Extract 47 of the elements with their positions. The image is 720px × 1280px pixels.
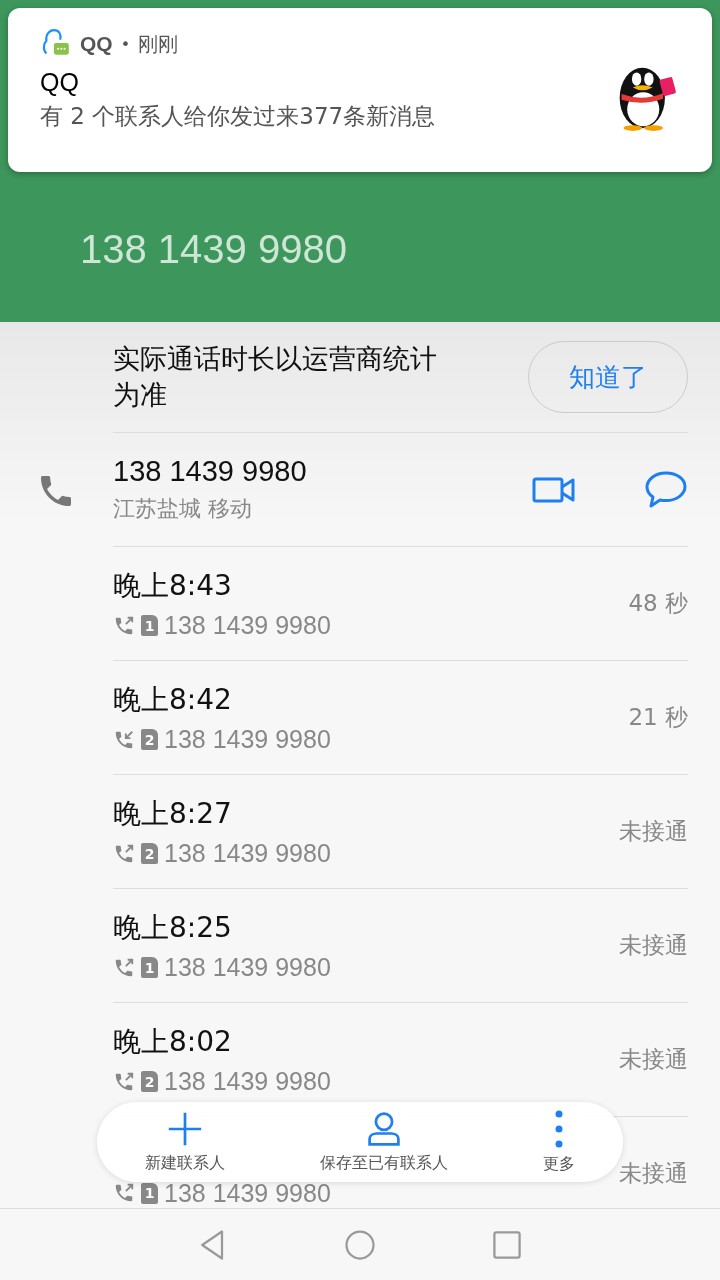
person-icon — [366, 1110, 402, 1147]
action-button[interactable]: 保存至已有联系人 — [316, 1106, 452, 1178]
call-time: 晚上8:27 — [113, 796, 233, 832]
outgoing-call-icon — [113, 1070, 135, 1093]
outgoing-call-icon — [113, 956, 135, 979]
call-number: 138 1439 9980 — [164, 611, 331, 640]
contact-location: 江苏盐城 移动 — [113, 495, 253, 523]
call-time: 晚上8:02 — [113, 1024, 233, 1060]
call-duration: 未接通 — [619, 931, 688, 960]
notice-text: 实际通话时长以运营商统计为准 — [113, 341, 438, 412]
sim-badge: 1 — [141, 1182, 158, 1204]
contact-number: 138 1439 9980 — [113, 455, 308, 488]
sim-badge: 2 — [141, 1071, 158, 1092]
notification-title: QQ — [40, 68, 80, 97]
outgoing-call-icon — [113, 842, 135, 865]
sim-badge: 2 — [141, 843, 158, 864]
incoming-call-icon — [113, 728, 135, 751]
message-icon[interactable] — [644, 469, 688, 510]
phone-number: 138 1439 9980 — [80, 227, 347, 272]
app-name: QQ — [80, 32, 113, 56]
call-number: 138 1439 9980 — [164, 839, 331, 868]
notification-card[interactable]: QQ • 刚刚 QQ 有 2 个联系人给你发过来377条新消息 — [8, 8, 712, 172]
notification-time: 刚刚 — [138, 30, 179, 58]
call-time: 晚上8:25 — [113, 910, 233, 946]
call-duration: 48 秒 — [628, 589, 688, 618]
call-duration: 未接通 — [619, 817, 688, 846]
call-duration: 21 秒 — [628, 703, 688, 732]
call-duration: 未接通 — [619, 1045, 688, 1074]
call-number: 138 1439 9980 — [164, 1067, 331, 1096]
call-time: 晚上8:42 — [113, 682, 233, 718]
action-button[interactable]: 更多 — [539, 1105, 580, 1179]
sim-badge: 1 — [141, 957, 158, 978]
action-button[interactable]: 新建联系人 — [140, 1106, 229, 1178]
sim-badge: 2 — [141, 729, 158, 750]
call-number: 138 1439 9980 — [164, 725, 331, 754]
call-duration: 未接通 — [619, 1159, 688, 1188]
more-icon — [555, 1109, 564, 1148]
call-time: 晚上8:43 — [113, 568, 233, 604]
outgoing-call-icon — [113, 614, 135, 637]
call-number: 138 1439 9980 — [164, 953, 331, 982]
video-call-icon[interactable] — [532, 475, 576, 504]
call-number: 138 1439 9980 — [164, 1178, 331, 1208]
separator-dot: • — [120, 34, 131, 54]
notification-message: 有 2 个联系人给你发过来377条新消息 — [40, 102, 436, 131]
plus-icon — [166, 1110, 203, 1147]
sim-badge: 1 — [141, 615, 158, 636]
outgoing-call-icon — [113, 1182, 135, 1204]
